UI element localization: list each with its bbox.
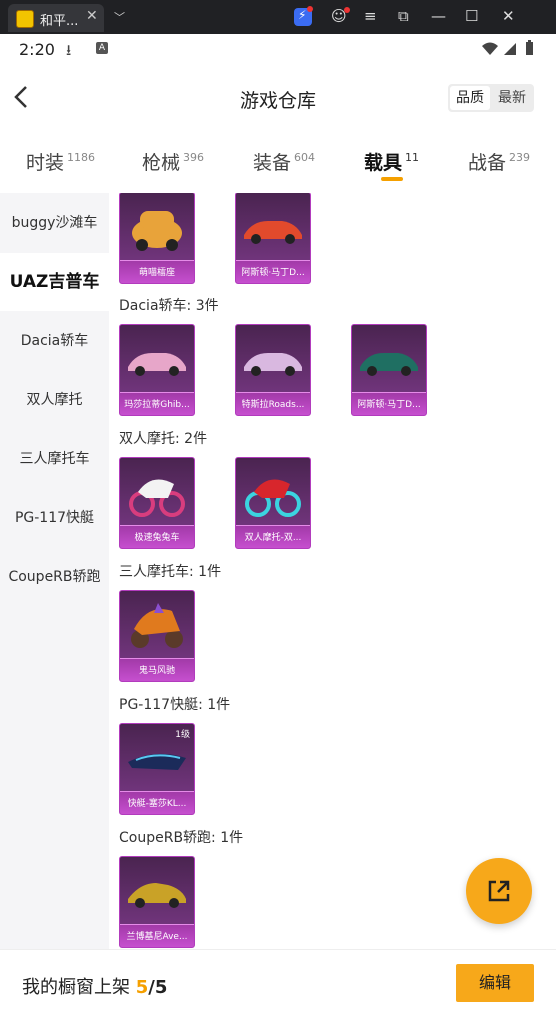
minimize-icon[interactable]: — <box>431 7 446 25</box>
vehicle-name: 鬼马风驰 <box>138 666 175 676</box>
sidebar-item-buggy[interactable]: buggy沙滩车 <box>0 194 109 252</box>
vehicle-image <box>244 221 302 244</box>
wifi-signal-battery-icon <box>482 40 533 55</box>
vehicle-card[interactable]: 鬼马风驰 <box>119 590 195 682</box>
status-bar <box>0 34 556 64</box>
vehicle-name: 特斯拉Roads... <box>241 400 305 410</box>
vehicle-card[interactable]: 阿斯顿·马丁D... <box>235 193 311 284</box>
browser-chrome: 和平... ✕ ﹀ ⚡ ☺ ≡ ⧉ — ☐ ✕ <box>0 0 556 34</box>
vehicle-image <box>245 479 301 517</box>
vehicle-card[interactable]: 兰博基尼Ave... <box>119 856 195 948</box>
tab-close-icon[interactable]: ✕ <box>86 8 98 24</box>
vehicle-image <box>244 353 302 376</box>
status-time: 2:20 <box>19 40 55 59</box>
account-notification-dot <box>344 7 350 13</box>
tab-count: 239 <box>509 151 531 164</box>
edit-button[interactable]: 编辑 <box>456 964 534 1002</box>
maximize-icon[interactable]: ☐ <box>465 7 478 25</box>
vehicle-card[interactable]: 阿斯顿·马丁D... <box>351 324 427 416</box>
tab-vehicles[interactable]: 载具 11 <box>364 148 419 175</box>
section-title: PG-117快艇: 1件 <box>119 697 231 713</box>
tab-label: 载具 <box>364 152 403 174</box>
vehicle-card[interactable]: 玛莎拉蒂Ghib... <box>119 324 195 416</box>
vehicle-card[interactable]: 萌喵檑座 <box>119 193 195 284</box>
vehicle-card[interactable]: 极速兔兔车 <box>119 457 195 549</box>
external-link-icon <box>488 880 510 902</box>
vehicle-image <box>128 353 186 376</box>
tab-label: 枪械 <box>142 152 181 174</box>
tab-count: 11 <box>405 151 420 164</box>
vehicle-image <box>131 603 183 648</box>
tab-count: 604 <box>294 151 316 164</box>
tab-supplies[interactable]: 战备 239 <box>468 148 530 175</box>
vehicle-card[interactable]: 特斯拉Roads... <box>235 324 311 416</box>
vehicle-name: 阿斯顿·马丁D... <box>241 268 305 278</box>
app-favicon-icon <box>16 10 34 28</box>
extension-notification-dot <box>307 6 313 12</box>
vehicle-name: 快艇-塞莎KL... <box>127 799 187 809</box>
showcase-label: 我的橱窗上架 5/5 <box>22 973 167 999</box>
tab-label: 时装 <box>26 152 65 174</box>
vehicle-name: 双人摩托-双... <box>244 533 302 543</box>
section-title: Dacia轿车: 3件 <box>119 298 219 314</box>
tab-equipment[interactable]: 装备 604 <box>253 148 315 175</box>
vehicle-list: 萌喵檑座 阿斯顿·马丁D... Dacia轿车: 3件 玛莎拉蒂Ghib... … <box>109 193 556 949</box>
sort-quality-button[interactable]: 品质 <box>450 86 490 110</box>
sidebar-item-trike[interactable]: 三人摩托车 <box>0 430 109 488</box>
tab-label: 战备 <box>468 152 507 174</box>
sidebar-item-speedboat[interactable]: PG-117快艇 <box>0 489 109 547</box>
tab-label: 装备 <box>253 152 292 174</box>
sidebar-item-coupe[interactable]: CoupeRB轿跑 <box>0 548 109 606</box>
tab-count: 396 <box>183 151 205 164</box>
vehicle-image <box>129 479 185 517</box>
section-title: CoupeRB轿跑: 1件 <box>119 830 244 846</box>
tab-title: 和平... <box>40 14 79 29</box>
vehicle-image <box>132 211 182 251</box>
section-title: 双人摩托: 2件 <box>119 431 208 447</box>
vehicle-level-badge: 1级 <box>175 730 190 740</box>
vehicle-name: 极速兔兔车 <box>134 533 180 543</box>
tab-fashion[interactable]: 时装 1186 <box>26 148 95 175</box>
sidebar-item-two-seat-motorbike[interactable]: 双人摩托 <box>0 371 109 429</box>
vehicle-type-sidebar: buggy沙滩车 UAZ吉普车 Dacia轿车 双人摩托 三人摩托车 PG-11… <box>0 193 109 949</box>
showcase-label-text: 我的橱窗上架 <box>22 977 130 998</box>
sort-latest-button[interactable]: 最新 <box>492 86 532 110</box>
vehicle-image <box>360 353 418 376</box>
vehicle-name: 阿斯顿·马丁D... <box>357 400 421 410</box>
sidebar-item-dacia[interactable]: Dacia轿车 <box>0 312 109 370</box>
vehicle-image <box>128 753 186 770</box>
sort-toggle: 品质 最新 <box>448 84 534 112</box>
showcase-count: 5 <box>135 977 149 998</box>
vehicle-name: 萌喵檑座 <box>138 268 175 278</box>
close-window-icon[interactable]: ✕ <box>502 7 515 25</box>
active-tab-indicator <box>381 177 403 181</box>
vehicle-card[interactable]: 双人摩托-双... <box>235 457 311 549</box>
tab-count: 1186 <box>67 151 96 164</box>
restore-window-icon[interactable]: ⧉ <box>398 7 409 25</box>
tab-guns[interactable]: 枪械 396 <box>142 148 204 175</box>
system-icons <box>480 40 550 60</box>
showcase-total: /5 <box>148 977 168 998</box>
sidebar-item-uaz[interactable]: UAZ吉普车 <box>0 253 109 311</box>
menu-icon[interactable]: ≡ <box>364 7 377 25</box>
download-icon: ⭳ <box>66 41 72 59</box>
vehicle-card[interactable]: 1级 快艇-塞莎KL... <box>119 723 195 815</box>
section-title: 三人摩托车: 1件 <box>119 564 222 580</box>
vehicle-name: 兰博基尼Ave... <box>126 932 188 942</box>
vehicle-name: 玛莎拉蒂Ghib... <box>124 400 190 410</box>
tab-dropdown-icon[interactable]: ﹀ <box>114 9 125 25</box>
vehicle-image <box>128 883 186 908</box>
a-badge-icon: A <box>96 42 108 54</box>
share-fab-button[interactable] <box>466 858 532 924</box>
browser-tab[interactable]: 和平... ✕ <box>8 4 104 32</box>
